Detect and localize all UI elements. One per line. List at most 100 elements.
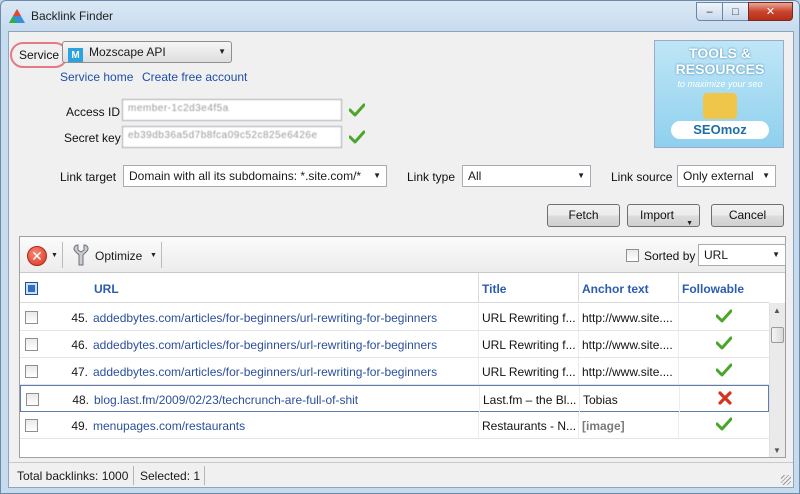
not-followable-cross-icon — [679, 386, 770, 412]
cancel-button[interactable]: Cancel — [711, 204, 784, 227]
row-checkbox[interactable] — [25, 338, 38, 351]
row-checkbox[interactable] — [25, 365, 38, 378]
scrollbar-thumb[interactable] — [771, 327, 784, 343]
access-id-label: Access ID — [66, 105, 121, 119]
scroll-down-arrow-icon[interactable]: ▼ — [773, 446, 781, 455]
chevron-down-icon: ▼ — [772, 250, 780, 259]
close-button[interactable]: ✕ — [748, 2, 793, 21]
row-url-link[interactable]: menupages.com/restaurants — [91, 412, 477, 438]
resize-grip-icon[interactable] — [781, 475, 791, 485]
create-account-link[interactable]: Create free account — [142, 70, 247, 84]
followable-check-icon — [678, 304, 769, 330]
chevron-down-icon: ▼ — [762, 171, 770, 180]
row-number: 48. — [72, 393, 89, 407]
row-url-link[interactable]: addedbytes.com/articles/for-beginners/ur… — [91, 304, 477, 330]
followable-check-icon — [678, 412, 769, 438]
row-checkbox[interactable] — [26, 393, 39, 406]
table-row[interactable]: 48. blog.last.fm/2009/02/23/techcrunch-ar… — [20, 385, 769, 412]
access-id-field[interactable]: member-1c2d3e4f5a — [122, 99, 342, 121]
delete-icon[interactable]: ✕ — [27, 246, 47, 266]
scroll-up-arrow-icon[interactable]: ▲ — [773, 306, 781, 315]
sorted-by-value: URL — [704, 248, 729, 262]
chevron-down-icon: ▼ — [373, 171, 381, 180]
optimize-button[interactable]: Optimize — [95, 249, 142, 263]
secret-key-label: Secret key — [64, 131, 121, 145]
service-select[interactable]: M Mozscape API ▼ — [62, 41, 232, 63]
chevron-down-icon: ▼ — [577, 171, 585, 180]
optimize-dropdown-arrow-icon[interactable]: ▼ — [150, 252, 157, 259]
table-row[interactable]: 45. addedbytes.com/articles/for-beginners… — [20, 304, 769, 331]
mozscape-icon: M — [68, 48, 83, 62]
service-label: Service — [10, 42, 69, 68]
table-header: URL Title Anchor text Followable — [20, 273, 769, 303]
maximize-button[interactable]: □ — [722, 2, 749, 21]
secret-key-field[interactable]: eb39db36a5d7b8fca09c52c825e6426e — [122, 126, 342, 148]
column-header-followable[interactable]: Followable — [678, 273, 769, 303]
sorted-by-checkbox[interactable] — [626, 249, 639, 262]
link-type-select[interactable]: All ▼ — [462, 165, 591, 187]
link-type-label: Link type — [407, 170, 456, 184]
link-target-value: Domain with all its subdomains: *.site.c… — [129, 169, 362, 183]
minimize-button[interactable]: – — [696, 2, 723, 21]
toolbox-icon — [703, 93, 737, 119]
link-type-value: All — [468, 169, 482, 183]
link-source-select[interactable]: Only external ▼ — [677, 165, 776, 187]
row-number: 46. — [71, 338, 88, 352]
sorted-by-select[interactable]: URL ▼ — [698, 244, 786, 266]
row-title: URL Rewriting f... — [478, 331, 578, 357]
service-select-value: Mozscape API — [89, 45, 166, 59]
seomoz-ad-banner[interactable]: TOOLS & RESOURCES to maximize your seo S… — [654, 40, 784, 148]
table-row[interactable]: 47. addedbytes.com/articles/for-beginners… — [20, 358, 769, 385]
followable-check-icon — [678, 331, 769, 357]
row-title: URL Rewriting f... — [478, 358, 578, 384]
fetch-button[interactable]: Fetch — [547, 204, 620, 227]
table-row[interactable]: 46. addedbytes.com/articles/for-beginners… — [20, 331, 769, 358]
status-bar: Total backlinks: 1000 Selected: 1 — [9, 462, 793, 487]
title-bar[interactable]: Backlink Finder – □ ✕ — [1, 1, 799, 31]
window-title: Backlink Finder — [31, 9, 114, 23]
followable-check-icon — [678, 358, 769, 384]
dropdown-arrow-icon: ▼ — [686, 220, 693, 227]
chevron-down-icon: ▼ — [218, 47, 226, 56]
link-source-label: Link source — [611, 170, 673, 184]
vertical-scrollbar[interactable]: ▲ ▼ — [769, 303, 785, 457]
import-button[interactable]: Import ▼ — [627, 204, 700, 227]
ad-line-3: to maximize your seo — [677, 79, 763, 89]
table-row-partial[interactable] — [20, 439, 769, 457]
secret-key-valid-icon — [349, 130, 365, 144]
delete-dropdown-arrow-icon[interactable]: ▼ — [51, 252, 58, 259]
dialog-body: Service M Mozscape API ▼ Service home Cre… — [8, 31, 794, 488]
column-header-url[interactable]: URL — [91, 273, 477, 303]
row-number: 45. — [71, 311, 88, 325]
row-anchor-text: http://www.site.... — [578, 304, 678, 330]
selected-count-status: Selected: 1 — [140, 469, 201, 483]
row-anchor-text: http://www.site.... — [578, 358, 678, 384]
status-separator — [204, 466, 205, 485]
row-url-link[interactable]: addedbytes.com/articles/for-beginners/ur… — [91, 331, 477, 357]
backlink-finder-window: Backlink Finder – □ ✕ Service M Mozscape … — [0, 0, 800, 494]
row-url-link[interactable]: addedbytes.com/articles/for-beginners/ur… — [91, 358, 477, 384]
total-backlinks-status: Total backlinks: 1000 — [17, 469, 129, 483]
column-header-title[interactable]: Title — [478, 273, 578, 303]
toolbar-separator — [62, 242, 63, 268]
table-row[interactable]: 49. menupages.com/restaurants Restaurants … — [20, 412, 769, 439]
row-checkbox[interactable] — [25, 419, 38, 432]
select-all-checkbox[interactable] — [25, 282, 38, 295]
toolbar-separator — [161, 242, 162, 268]
access-id-valid-icon — [349, 103, 365, 117]
ad-brand: SEOmoz — [671, 121, 769, 139]
column-header-anchor-text[interactable]: Anchor text — [578, 273, 678, 303]
row-title: URL Rewriting f... — [478, 304, 578, 330]
import-button-label: Import — [640, 208, 675, 222]
link-source-value: Only external — [683, 169, 754, 183]
link-target-select[interactable]: Domain with all its subdomains: *.site.c… — [123, 165, 387, 187]
results-panel: ✕ ▼ Optimize ▼ Sorted by URL ▼ URL Title… — [19, 236, 786, 458]
row-title: Last.fm – the Bl... — [479, 386, 579, 412]
service-home-link[interactable]: Service home — [60, 70, 133, 84]
wrench-icon[interactable] — [70, 243, 92, 267]
row-anchor-text: [image] — [578, 412, 678, 438]
row-url-link[interactable]: blog.last.fm/2009/02/23/techcrunch-are-f… — [92, 386, 478, 412]
row-checkbox[interactable] — [25, 311, 38, 324]
row-title: Restaurants - N... — [478, 412, 578, 438]
row-anchor-text: http://www.site.... — [578, 331, 678, 357]
